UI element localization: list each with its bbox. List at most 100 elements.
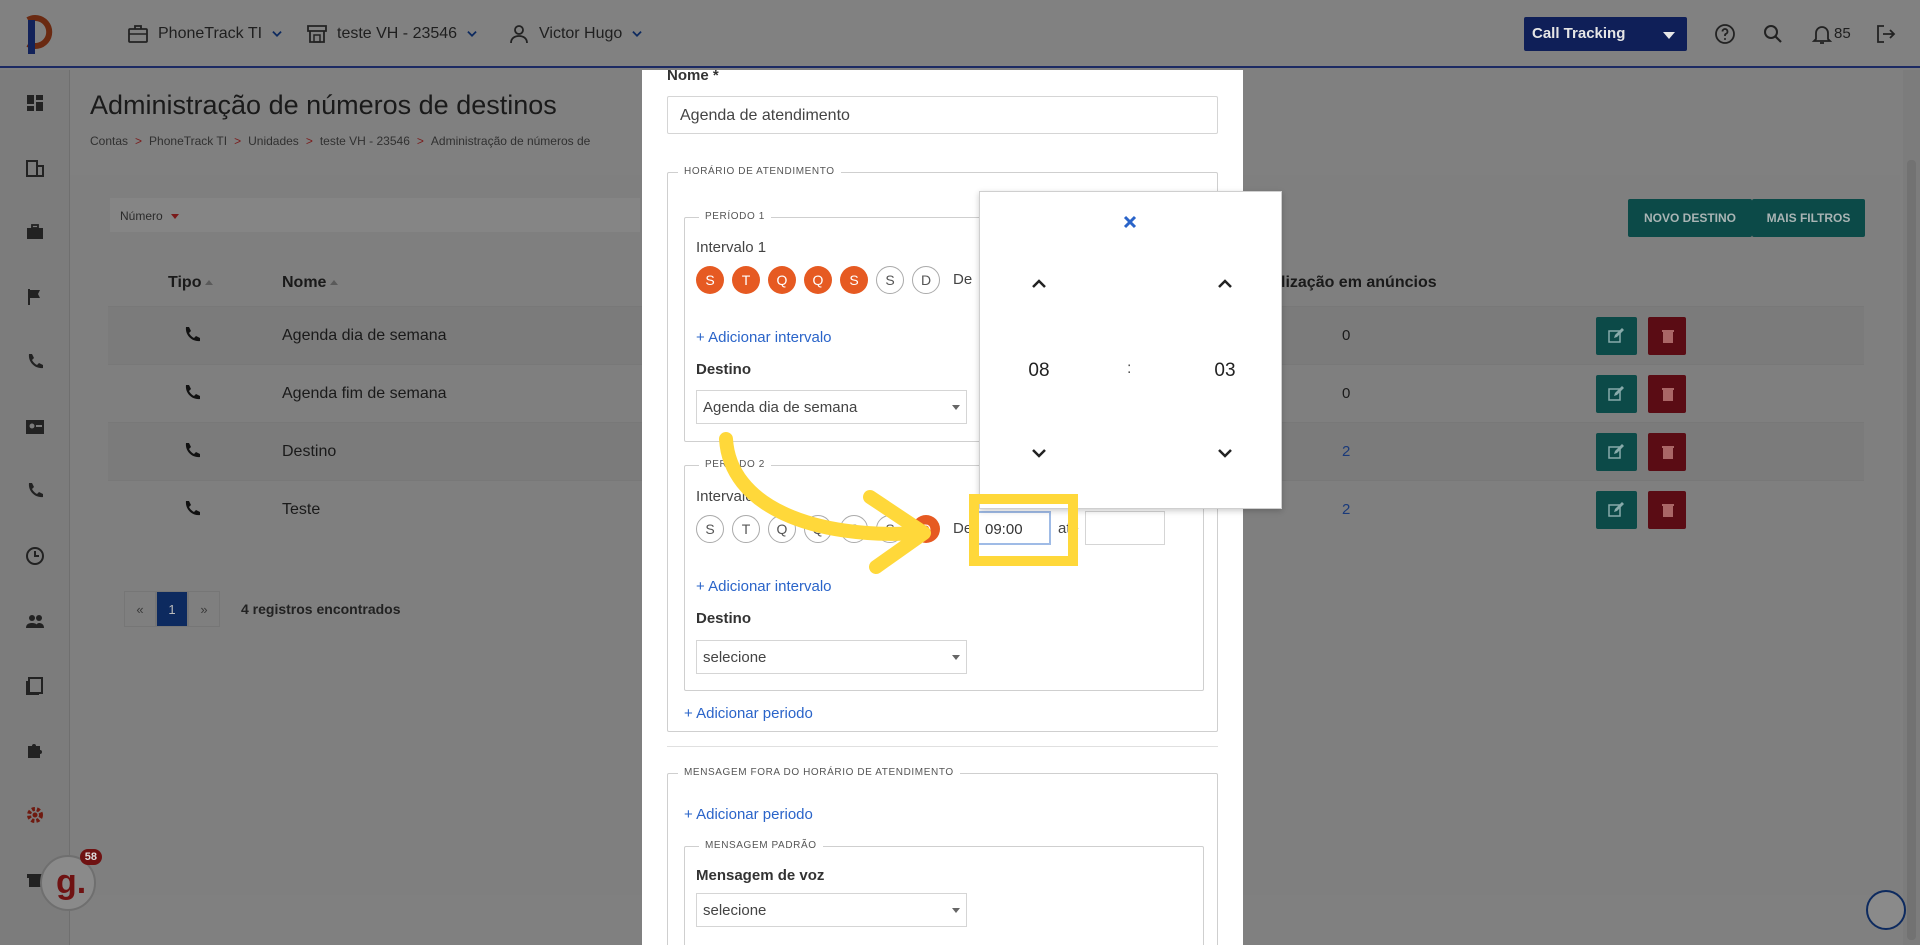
delete-button[interactable] — [1648, 491, 1686, 529]
filter-field-label: Número — [120, 209, 163, 223]
destination-select[interactable]: Agenda dia de semana — [696, 390, 967, 424]
to-time-input[interactable] — [1085, 511, 1165, 545]
delete-button[interactable] — [1648, 317, 1686, 355]
bell-icon[interactable] — [1810, 22, 1834, 46]
g-widget-letter: g. — [56, 863, 87, 901]
edit-icon — [1608, 502, 1624, 517]
edit-button[interactable] — [1596, 375, 1637, 413]
account-dropdown[interactable]: PhoneTrack TI — [126, 22, 284, 46]
puzzle-icon[interactable] — [25, 740, 45, 760]
column-header-usage: lização em anúncios — [1281, 274, 1437, 291]
from-label: De — [953, 271, 973, 288]
phone-icon[interactable] — [25, 352, 45, 372]
breadcrumb-item: Administração de números de — [430, 134, 591, 148]
breadcrumb-item[interactable]: Contas — [90, 134, 128, 148]
period-legend: PERÍODO 1 — [699, 211, 771, 222]
row-usage-count: 0 — [1342, 385, 1351, 402]
day-toggle-fri[interactable]: S — [840, 266, 868, 294]
hour-decrement-chevron-down-icon[interactable] — [1027, 441, 1051, 465]
edit-icon — [1608, 444, 1624, 459]
pagination-next[interactable]: » — [188, 591, 220, 627]
row-name: Destino — [282, 443, 337, 460]
caret-down-icon — [952, 655, 960, 660]
hour-value[interactable]: 08 — [1009, 360, 1069, 382]
chevron-down-icon — [272, 31, 282, 37]
scrollbar-thumb[interactable] — [1907, 160, 1916, 940]
close-icon[interactable] — [1118, 210, 1142, 234]
destination-select[interactable]: selecione — [696, 640, 967, 674]
column-header-label: Tipo — [168, 274, 202, 291]
help-icon[interactable] — [1713, 22, 1737, 46]
trash-icon — [1662, 388, 1674, 401]
add-period-link[interactable]: + Adicionar periodo — [684, 705, 813, 722]
delete-button[interactable] — [1648, 375, 1686, 413]
day-toggle-tue[interactable]: T — [732, 266, 760, 294]
book-icon[interactable] — [25, 676, 45, 696]
filter-field-select[interactable]: Número — [110, 198, 640, 232]
edit-icon — [1608, 328, 1624, 343]
caret-down-icon — [1663, 32, 1675, 39]
day-toggle-wed[interactable]: Q — [768, 266, 796, 294]
contact-card-icon[interactable] — [25, 417, 45, 437]
users-icon[interactable] — [25, 611, 45, 631]
time-picker: 08 : 03 — [979, 191, 1282, 509]
clock-icon[interactable] — [25, 546, 45, 566]
column-header-type[interactable]: Tipo — [168, 274, 214, 292]
g-widget-badge: 58 — [79, 849, 102, 865]
add-interval-link[interactable]: + Adicionar intervalo — [696, 329, 832, 346]
user-dropdown[interactable]: Victor Hugo — [507, 22, 644, 46]
flag-icon[interactable] — [25, 287, 45, 307]
row-usage-count: 0 — [1342, 327, 1351, 344]
phone-icon — [185, 501, 200, 516]
building-icon[interactable] — [25, 158, 45, 178]
edit-button[interactable] — [1596, 491, 1637, 529]
phonetrack-logo-icon[interactable] — [22, 12, 58, 56]
row-name: Teste — [282, 501, 321, 518]
delete-button[interactable] — [1648, 433, 1686, 471]
more-filters-button[interactable]: MAIS FILTROS — [1752, 199, 1865, 237]
breadcrumb: Contas > PhoneTrack TI > Unidades > teste VH -… — [90, 134, 591, 148]
schedule-legend: HORÁRIO DE ATENDIMENTO — [678, 166, 841, 177]
day-toggle-thu[interactable]: Q — [804, 266, 832, 294]
day-toggle-sat[interactable]: S — [876, 266, 904, 294]
briefcase-icon[interactable] — [25, 222, 45, 242]
time-separator: : — [1127, 360, 1132, 377]
phone-icon[interactable] — [25, 481, 45, 501]
pagination-prev[interactable]: « — [124, 591, 156, 627]
minute-increment-chevron-up-icon[interactable] — [1213, 272, 1237, 296]
minute-value[interactable]: 03 — [1195, 360, 1255, 382]
breadcrumb-item[interactable]: teste VH - 23546 — [320, 134, 410, 148]
add-period-link[interactable]: + Adicionar periodo — [684, 806, 813, 823]
edit-button[interactable] — [1596, 317, 1637, 355]
caret-down-icon — [952, 908, 960, 913]
page-scrollbar[interactable] — [1903, 70, 1920, 945]
chevron-down-icon — [467, 31, 477, 37]
row-usage-count-link[interactable]: 2 — [1342, 443, 1350, 460]
page-title: Administração de números de destinos — [90, 90, 557, 120]
g-widget[interactable]: g. 58 — [40, 849, 102, 911]
minute-decrement-chevron-down-icon[interactable] — [1213, 441, 1237, 465]
logout-icon[interactable] — [1874, 22, 1898, 46]
unit-name: teste VH - 23546 — [337, 25, 458, 42]
hour-increment-chevron-up-icon[interactable] — [1027, 272, 1051, 296]
records-count: 4 registros encontrados — [241, 601, 401, 617]
voice-message-select[interactable]: selecione — [696, 893, 967, 927]
briefcase-icon — [128, 25, 148, 43]
product-select[interactable]: Call Tracking — [1524, 17, 1687, 51]
breadcrumb-item[interactable]: PhoneTrack TI — [149, 134, 227, 148]
edit-button[interactable] — [1596, 433, 1637, 471]
new-destination-button[interactable]: NOVO DESTINO — [1628, 199, 1752, 237]
search-icon[interactable] — [1761, 22, 1785, 46]
chevron-down-icon — [632, 31, 643, 37]
row-usage-count-link[interactable]: 2 — [1342, 501, 1350, 518]
column-header-name[interactable]: Nome — [282, 274, 339, 292]
unit-dropdown[interactable]: teste VH - 23546 — [305, 22, 479, 46]
name-input[interactable]: Agenda de atendimento — [667, 96, 1218, 134]
day-toggle-sun[interactable]: D — [912, 266, 940, 294]
breadcrumb-item[interactable]: Unidades — [248, 134, 299, 148]
day-toggle-mon[interactable]: S — [696, 266, 724, 294]
pagination-page[interactable]: 1 — [156, 591, 188, 627]
dashboard-icon[interactable] — [25, 93, 45, 113]
chat-widget-icon[interactable] — [1866, 890, 1906, 930]
gear-icon[interactable] — [25, 805, 45, 825]
